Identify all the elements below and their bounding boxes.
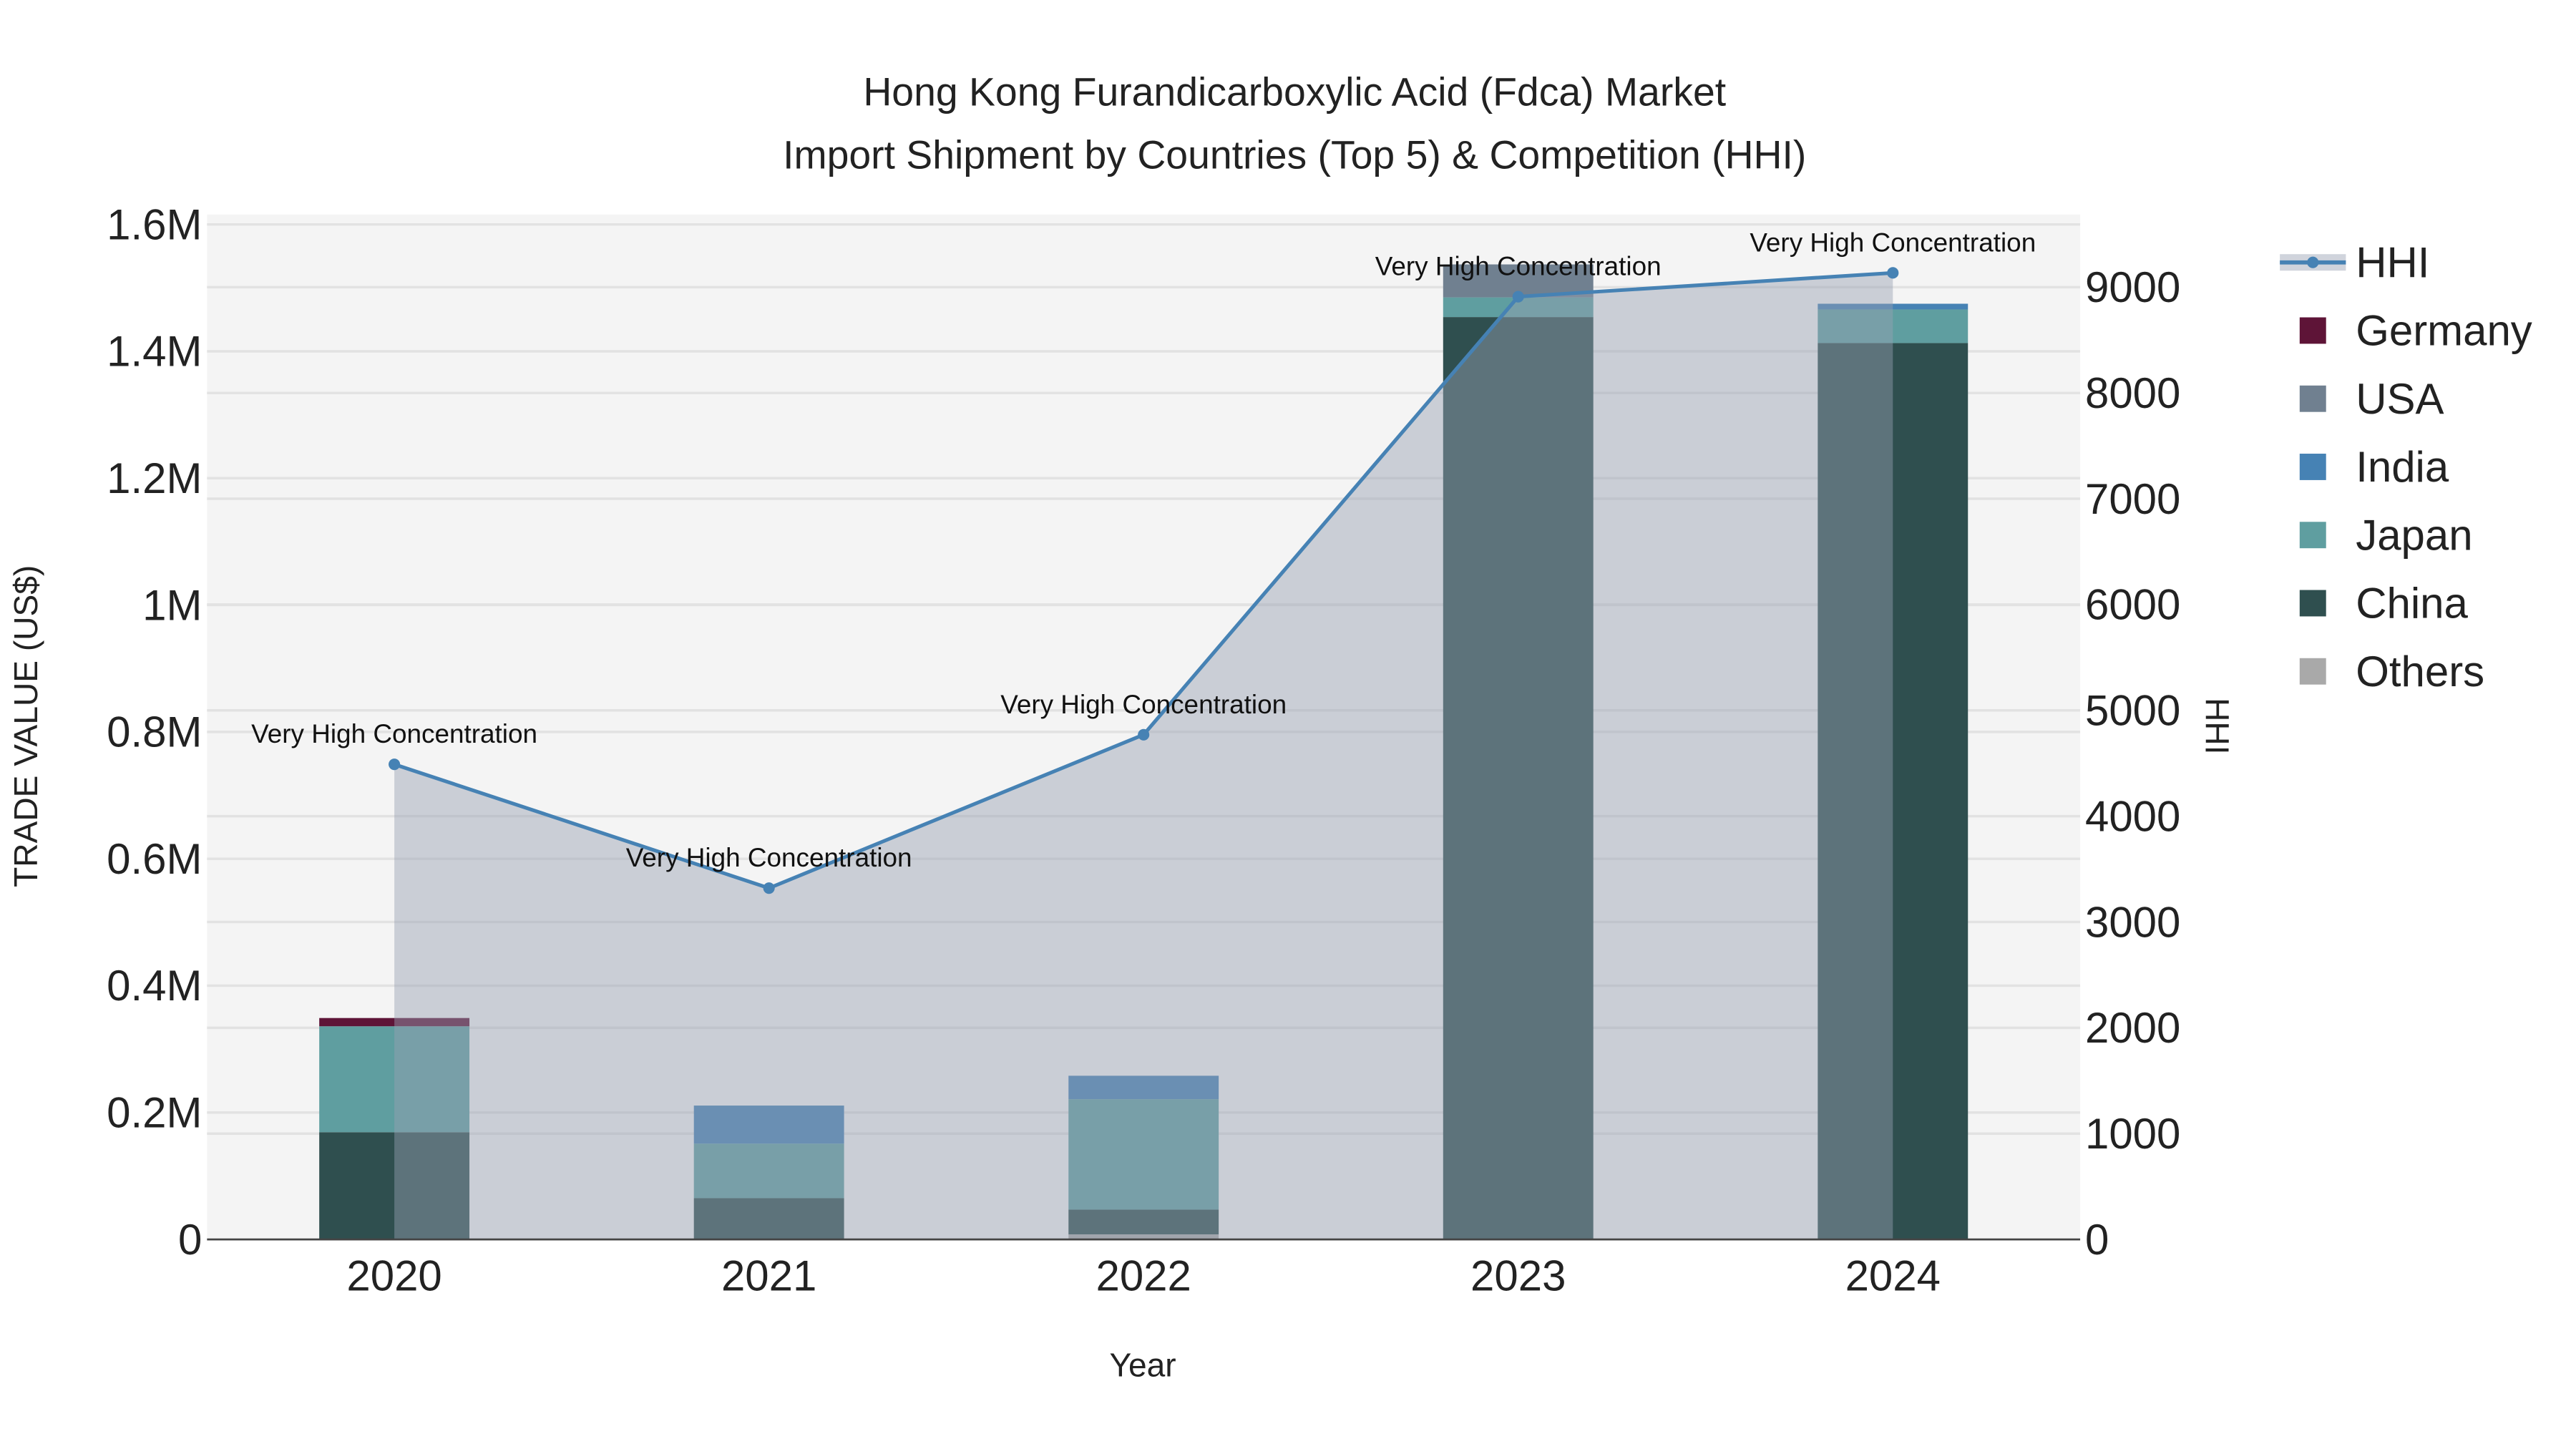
hhi-annotation-2023: Very High Concentration — [1375, 252, 1662, 281]
hhi-point-2021 — [763, 882, 775, 894]
legend-label: India — [2356, 443, 2449, 491]
legend-label: USA — [2356, 375, 2444, 423]
x-tick-label: 2021 — [721, 1252, 816, 1300]
y-tick-label: 1.6M — [107, 200, 202, 248]
hhi-point-2020 — [389, 758, 401, 771]
legend-swatch — [2299, 454, 2326, 480]
legend-swatch — [2299, 385, 2326, 412]
y2-tick-label: 8000 — [2085, 369, 2180, 417]
y-tick-label: 0.4M — [107, 962, 202, 1010]
x-tick-label: 2024 — [1845, 1252, 1941, 1300]
y-tick-label: 1M — [142, 581, 202, 629]
hhi-annotation-2021: Very High Concentration — [626, 843, 912, 872]
legend-label: China — [2356, 580, 2468, 628]
legend-label: Japan — [2356, 511, 2472, 559]
legend-swatch — [2299, 590, 2326, 617]
y2-tick-label: 5000 — [2085, 687, 2180, 735]
y2-tick-label: 1000 — [2085, 1110, 2180, 1158]
hhi-point-2023 — [1512, 291, 1524, 303]
x-axis-title: Year — [1109, 1347, 1176, 1384]
y2-tick-label: 3000 — [2085, 898, 2180, 946]
y-axis-title: TRADE VALUE (US$) — [7, 565, 44, 887]
legend-swatch — [2299, 317, 2326, 344]
legend-label: Others — [2356, 648, 2484, 696]
hhi-trade-chart: Very High Concentration Very High Concent… — [1, 0, 2575, 1449]
legend-label: Germany — [2356, 307, 2532, 355]
hhi-annotation-2022: Very High Concentration — [1000, 690, 1287, 719]
x-tick-label: 2020 — [346, 1252, 441, 1300]
y2-axis-title: HHI — [2198, 698, 2235, 754]
y-tick-label: 0.2M — [107, 1089, 202, 1137]
hhi-annotation-2020: Very High Concentration — [251, 719, 537, 748]
x-tick-label: 2023 — [1470, 1252, 1566, 1300]
legend-hhi-marker — [2307, 256, 2319, 268]
y-tick-label: 0 — [178, 1216, 202, 1264]
legend-swatch — [2299, 658, 2326, 685]
y2-tick-label: 7000 — [2085, 475, 2180, 523]
hhi-point-2022 — [1138, 728, 1150, 741]
chart-title-line1: Hong Kong Furandicarboxylic Acid (Fdca) … — [863, 70, 1726, 114]
y2-tick-label: 2000 — [2085, 1004, 2180, 1052]
x-tick-label: 2022 — [1096, 1252, 1191, 1300]
chart-title-line2: Import Shipment by Countries (Top 5) & C… — [783, 132, 1806, 177]
hhi-annotation-2024: Very High Concentration — [1750, 228, 2036, 257]
y2-tick-label: 0 — [2085, 1216, 2109, 1264]
y-tick-label: 1.2M — [107, 454, 202, 502]
y-tick-label: 1.4M — [107, 328, 202, 376]
legend-swatch — [2299, 522, 2326, 549]
legend-label: HHI — [2356, 238, 2429, 286]
y-tick-label: 0.8M — [107, 708, 202, 756]
y-tick-label: 0.6M — [107, 835, 202, 883]
y2-tick-label: 9000 — [2085, 263, 2180, 311]
y2-tick-label: 4000 — [2085, 792, 2180, 840]
hhi-point-2024 — [1887, 267, 1899, 279]
y-axis-ticks: 0 0.2M 0.4M 0.6M 0.8M 1M 1.2M 1.4M 1.6M — [107, 200, 202, 1263]
y2-tick-label: 6000 — [2085, 581, 2180, 629]
